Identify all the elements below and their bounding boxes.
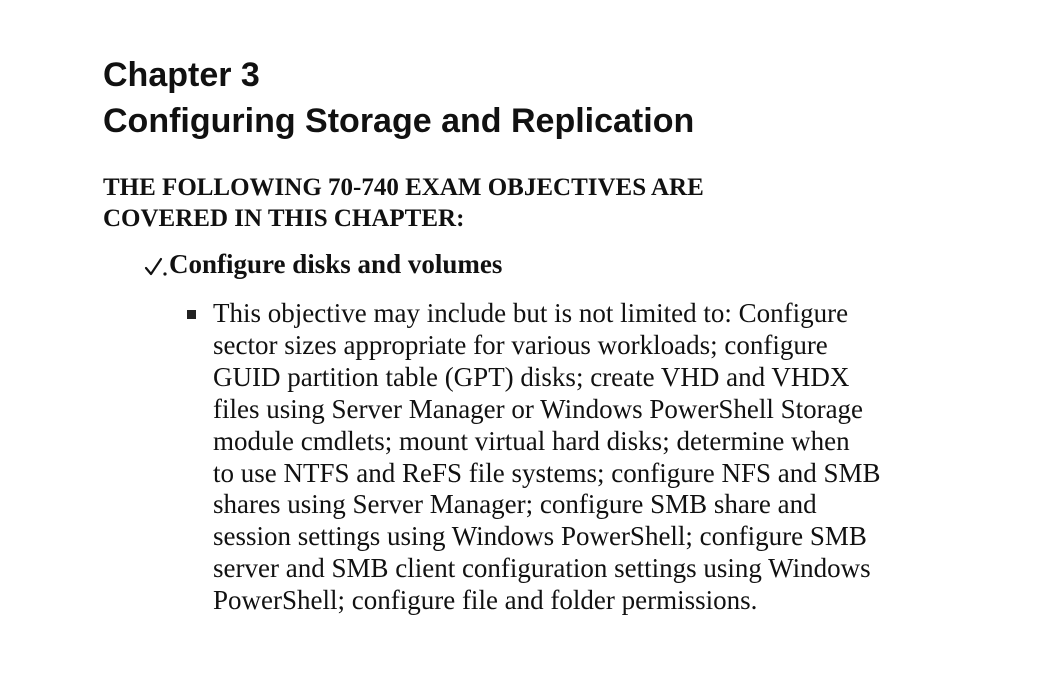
chapter-number: Chapter 3 [103, 56, 260, 94]
objective-description: This objective may include but is not li… [213, 298, 881, 617]
book-page: Chapter 3 Configuring Storage and Replic… [0, 0, 1046, 673]
objective-item: Configure disks and volumes [143, 248, 502, 280]
description-line: server and SMB client configuration sett… [213, 553, 871, 584]
objectives-heading-line: COVERED IN THIS CHAPTER: [103, 205, 465, 232]
description-line: GUID partition table (GPT) disks; create… [213, 361, 850, 392]
description-line: to use NTFS and ReFS file systems; confi… [213, 457, 881, 488]
description-line: session settings using Windows PowerShel… [213, 521, 867, 552]
chapter-title: Configuring Storage and Replication [103, 102, 695, 140]
description-line: This objective may include but is not li… [213, 298, 849, 328]
description-line: PowerShell; configure file and folder pe… [213, 585, 758, 616]
description-line: sector sizes appropriate for various wor… [213, 329, 828, 360]
description-line: shares using Server Manager; configure S… [213, 489, 817, 520]
check-icon [143, 249, 169, 279]
description-line: files using Server Manager or Windows Po… [213, 393, 864, 424]
objectives-heading: THE FOLLOWING 70-740 EXAM OBJECTIVES ARE… [103, 172, 903, 234]
bullet-square-icon [187, 310, 196, 319]
objectives-heading-line: THE FOLLOWING 70-740 EXAM OBJECTIVES ARE [103, 174, 704, 201]
description-line: module cmdlets; mount virtual hard disks… [213, 425, 850, 456]
objective-title: Configure disks and volumes [169, 249, 503, 279]
chapter-heading: Chapter 3 Configuring Storage and Replic… [103, 52, 694, 144]
